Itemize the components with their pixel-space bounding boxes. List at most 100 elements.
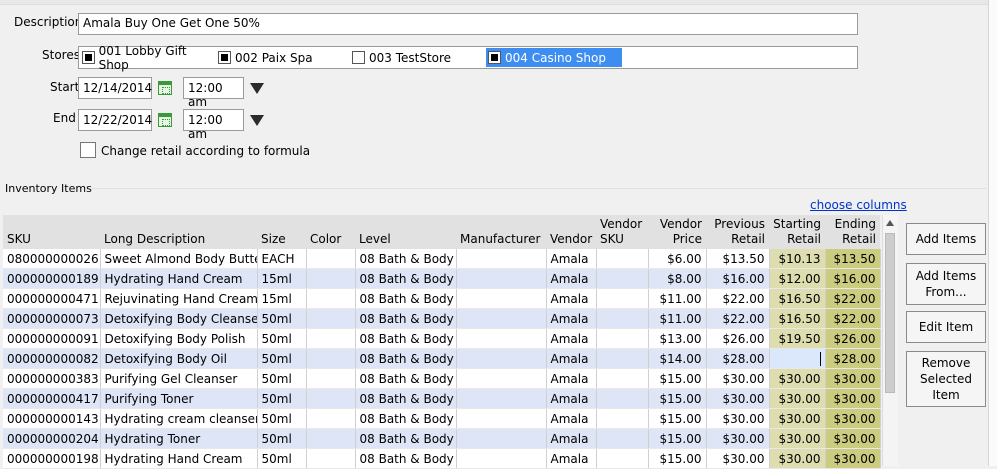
column-header-color[interactable]: Color: [306, 215, 355, 249]
cell-ending-retail[interactable]: $13.50: [825, 249, 881, 269]
description-input[interactable]: Amala Buy One Get One 50%: [78, 13, 858, 35]
cell-manufacturer: [456, 388, 547, 409]
cell-previous-retail: $22.00: [706, 288, 770, 309]
cell-sku: 000000000082: [3, 348, 101, 369]
cell-long-description: Purifying Toner: [100, 388, 258, 409]
table-row[interactable]: 080000000026 Sweet Almond Body Butter EACH…: [3, 249, 881, 269]
cell-starting-retail[interactable]: $10.13: [769, 249, 826, 269]
cell-starting-retail[interactable]: $16.50: [769, 288, 826, 309]
dropdown-triangle-icon[interactable]: [250, 115, 264, 126]
column-header-long-description[interactable]: Long Description: [100, 215, 257, 249]
start-date-input[interactable]: 12/14/2014: [78, 77, 152, 99]
cell-manufacturer: [456, 268, 547, 289]
cell-long-description: Detoxifying Body Polish: [100, 328, 258, 349]
table-row[interactable]: 000000000204 Hydrating Toner 50ml 08 Bath &…: [3, 428, 881, 449]
cell-sku: 000000000204: [3, 428, 101, 449]
add-items-button[interactable]: Add Items: [906, 223, 986, 255]
cell-previous-retail: $26.00: [706, 328, 770, 349]
cell-vendor-sku: [596, 249, 649, 269]
choose-columns-link[interactable]: choose columns: [810, 198, 907, 212]
store-checkbox[interactable]: [352, 51, 365, 64]
window-top-edge: [0, 0, 997, 5]
cell-ending-retail[interactable]: $30.00: [825, 368, 881, 389]
store-option-teststore[interactable]: 003 TestStore: [352, 48, 484, 67]
cell-ending-retail[interactable]: $30.00: [825, 408, 881, 429]
cell-starting-retail[interactable]: $16.50: [769, 308, 826, 329]
cell-ending-retail[interactable]: $26.00: [825, 328, 881, 349]
store-option-casino-shop[interactable]: 004 Casino Shop: [486, 48, 622, 67]
column-header-sku[interactable]: SKU: [3, 215, 100, 249]
cell-starting-retail[interactable]: [769, 348, 826, 369]
cell-ending-retail[interactable]: $22.00: [825, 288, 881, 309]
remove-selected-item-button[interactable]: Remove Selected Item: [906, 351, 986, 407]
cell-color: [306, 348, 356, 369]
cell-vendor: Amala: [546, 388, 597, 409]
cell-size: EACH: [257, 249, 307, 269]
edit-item-button[interactable]: Edit Item: [906, 311, 986, 343]
column-header-ending-retail[interactable]: Ending Retail: [825, 215, 880, 249]
end-time-input[interactable]: 12:00 am: [183, 109, 244, 141]
cell-starting-retail[interactable]: $12.00: [769, 268, 826, 289]
cell-ending-retail[interactable]: $22.00: [825, 308, 881, 329]
store-checkbox[interactable]: [488, 51, 501, 64]
cell-size: 50ml: [257, 388, 307, 409]
table-row[interactable]: 000000000417 Purifying Toner 50ml 08 Bath &…: [3, 388, 881, 409]
calendar-icon[interactable]: [158, 81, 172, 95]
column-header-vendor-sku[interactable]: Vendor SKU: [596, 215, 648, 249]
start-time-input[interactable]: 12:00 am: [183, 77, 244, 109]
cell-starting-retail[interactable]: $30.00: [769, 388, 826, 409]
table-row[interactable]: 000000000383 Purifying Gel Cleanser 50ml 08…: [3, 368, 881, 389]
table-row[interactable]: 000000000082 Detoxifying Body Oil 50ml 08 B…: [3, 348, 881, 369]
cell-starting-retail[interactable]: $19.50: [769, 328, 826, 349]
cell-starting-retail[interactable]: $30.00: [769, 428, 826, 449]
scroll-thumb[interactable]: [885, 233, 895, 393]
cell-vendor: Amala: [546, 288, 597, 309]
cell-sku: 000000000383: [3, 368, 101, 389]
table-row[interactable]: 000000000091 Detoxifying Body Polish 50ml 0…: [3, 328, 881, 349]
cell-previous-retail: $30.00: [706, 408, 770, 429]
cell-color: [306, 408, 356, 429]
cell-ending-retail[interactable]: $30.00: [825, 388, 881, 409]
table-row[interactable]: 000000000143 Hydrating cream cleanser 50ml…: [3, 408, 881, 429]
store-label: 003 TestStore: [369, 50, 452, 65]
stores-selector[interactable]: 001 Lobby Gift Shop 002 Paix Spa 003 Tes…: [78, 44, 858, 72]
cell-long-description: Detoxifying Body Oil: [100, 348, 258, 369]
column-header-manufacturer[interactable]: Manufacturer: [456, 215, 546, 249]
cell-color: [306, 288, 356, 309]
cell-starting-retail[interactable]: $30.00: [769, 368, 826, 389]
cell-color: [306, 328, 356, 349]
table-row[interactable]: 000000000471 Rejuvinating Hand Cream 15ml 0…: [3, 288, 881, 309]
scroll-up-arrow-icon[interactable]: [886, 220, 894, 226]
cell-vendor-price: $15.00: [648, 428, 707, 449]
dropdown-triangle-icon[interactable]: [250, 83, 264, 94]
store-checkbox[interactable]: [218, 51, 231, 64]
table-row[interactable]: 000000000073 Detoxifying Body Cleanse 50ml…: [3, 308, 881, 329]
column-header-vendor-price[interactable]: Vendor Price: [648, 215, 706, 249]
cell-level: 08 Bath & Body: [355, 328, 457, 349]
column-header-starting-retail[interactable]: Starting Retail: [769, 215, 825, 249]
cell-ending-retail[interactable]: $16.00: [825, 268, 881, 289]
store-option-lobby-gift-shop[interactable]: 001 Lobby Gift Shop: [82, 44, 216, 72]
end-date-input[interactable]: 12/22/2014: [78, 109, 152, 131]
table-row[interactable]: 000000000189 Hydrating Hand Cream 15ml 08 B…: [3, 268, 881, 289]
cell-size: 50ml: [257, 428, 307, 449]
cell-vendor-sku: [596, 408, 649, 429]
inventory-section-title: Inventory Items: [5, 182, 92, 195]
store-checkbox[interactable]: [82, 51, 95, 64]
column-header-previous-retail[interactable]: Previous Retail: [706, 215, 769, 249]
table-vertical-scrollbar[interactable]: [882, 215, 898, 466]
cell-previous-retail: $30.00: [706, 388, 770, 409]
cell-ending-retail[interactable]: $30.00: [825, 428, 881, 449]
calendar-icon[interactable]: [158, 113, 172, 127]
formula-checkbox[interactable]: [80, 142, 96, 158]
cell-manufacturer: [456, 308, 547, 329]
cell-sku: 000000000143: [3, 408, 101, 429]
store-option-paix-spa[interactable]: 002 Paix Spa: [218, 48, 348, 67]
column-header-vendor[interactable]: Vendor: [546, 215, 596, 249]
cell-size: 15ml: [257, 268, 307, 289]
cell-ending-retail[interactable]: $28.00: [825, 348, 881, 369]
cell-starting-retail[interactable]: $30.00: [769, 408, 826, 429]
column-header-size[interactable]: Size: [257, 215, 306, 249]
add-items-from-button[interactable]: Add Items From...: [906, 263, 986, 305]
column-header-level[interactable]: Level: [355, 215, 456, 249]
